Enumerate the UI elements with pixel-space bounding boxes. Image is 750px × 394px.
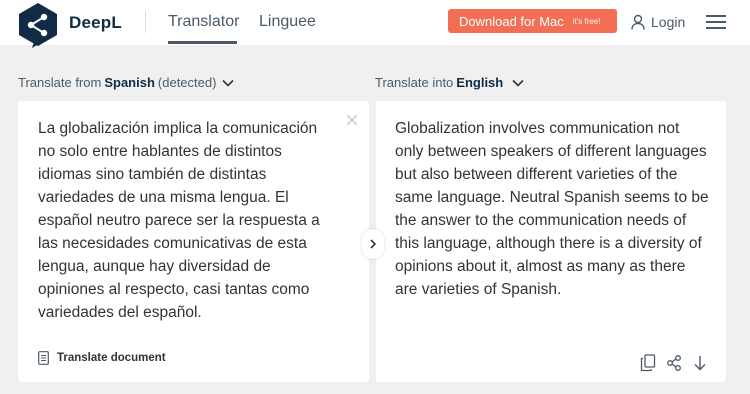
download-for-mac-button[interactable]: Download for Mac it's free! [448,9,617,33]
download-button-label: Download for Mac [459,13,564,29]
tab-linguee[interactable]: Linguee [259,13,316,31]
target-language-selector[interactable]: Translate into English [375,75,524,90]
source-text-panel[interactable]: La globalización implica la comunicación… [18,101,369,382]
translated-text: Globalization involves communication not… [395,120,709,298]
document-icon [38,351,49,365]
chevron-right-icon [370,239,376,249]
source-language-selector[interactable]: Translate from Spanish (detected) [18,75,235,90]
target-language-prefix: Translate into [375,75,454,90]
download-icon[interactable] [692,354,708,372]
deepl-logo-icon[interactable] [17,2,59,48]
translate-document-label: Translate document [57,352,166,364]
target-actions [640,354,708,372]
download-button-badge: it's free! [572,16,601,26]
chevron-down-icon [512,79,524,87]
share-icon[interactable] [666,354,682,372]
translate-document-button[interactable]: Translate document [38,351,166,365]
login-button[interactable]: Login [631,12,685,32]
target-language-name: English [456,75,504,90]
brand-name[interactable]: DeepL [69,13,122,33]
hamburger-menu-icon[interactable] [706,13,728,31]
login-label: Login [651,14,686,30]
source-language-suffix: (detected) [157,75,217,90]
close-icon[interactable] [345,113,359,127]
source-language-name: Spanish [104,75,155,90]
active-tab-indicator [168,41,237,44]
source-language-prefix: Translate from [18,75,102,90]
header-divider [145,11,146,33]
tab-translator[interactable]: Translator [168,13,239,31]
top-header: DeepL Translator Linguee Download for Ma… [0,0,750,48]
copy-icon[interactable] [640,354,656,372]
user-icon [631,14,645,30]
source-textarea[interactable]: La globalización implica la comunicación… [38,117,338,324]
swap-languages-button[interactable] [362,229,384,259]
chevron-down-icon [222,79,235,87]
target-text-panel: Globalization involves communication not… [376,101,726,382]
